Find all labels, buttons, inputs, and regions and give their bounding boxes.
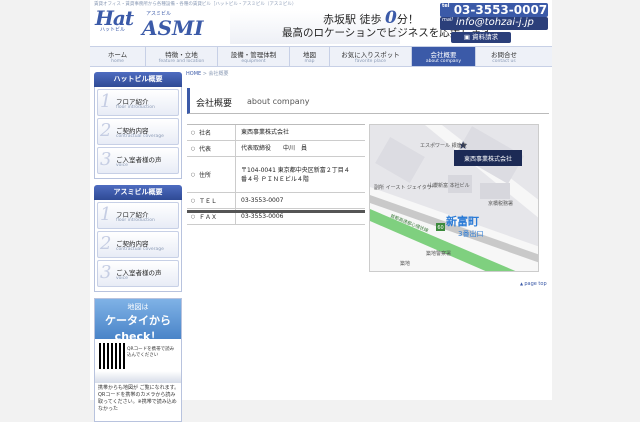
bullet-icon: ○ — [190, 213, 196, 220]
sidebar-asmi-title: アスミビル概要 — [94, 185, 182, 200]
global-nav: ホーム home 特徴・立地 feature and location 設備・管理体… — [90, 46, 552, 67]
mobile-qr-box: 地図は ケータイから check！ QRコードを携帯で読み込んでください 携帯か… — [94, 298, 182, 422]
location-map[interactable]: 東西事業株式会社 ★ エスポワール 銀座東 副所 イースト ジェイタワー 山櫻新… — [369, 124, 539, 272]
map-label-espoir: エスポワール 銀座東 — [420, 142, 467, 149]
sidebar-hat-title: ハットビル概要 — [94, 72, 182, 87]
sidebar-hat-floor[interactable]: 1 フロア紹介 floor introduction — [97, 89, 179, 116]
row-value: 代表取締役 中川 員 — [241, 145, 308, 152]
sidebar-asmi-floor[interactable]: 1 フロア紹介 floor introduction — [97, 202, 179, 229]
map-label-shintomicho: 新富町 — [446, 214, 479, 228]
document-request-button[interactable]: ▣ 資料請求 — [451, 32, 511, 43]
qr-code-icon — [99, 343, 125, 369]
sidebar-asmi-menu: 1 フロア紹介 floor introduction 2 ご契約内容 contractu… — [94, 200, 182, 292]
breadcrumb-home[interactable]: HOME — [186, 71, 201, 77]
row-value: 東西事業株式会社 — [241, 129, 290, 136]
sidebar-hat-menu: 1 フロア紹介 floor introduction 2 ご契約内容 contractu… — [94, 87, 182, 179]
bullet-icon: ○ — [190, 197, 196, 204]
qr-instruction: QRコードを携帯で読み込んでください — [127, 347, 175, 358]
map-label-yamazakura: 山櫻新富 本社ビル — [428, 182, 470, 189]
sidebar-asmi-contract[interactable]: 2 ご契約内容 contractual coverage — [97, 231, 179, 258]
breadcrumb-sep: > — [201, 71, 209, 77]
table-row: ○ 社名 東西事業株式会社 — [187, 125, 365, 141]
nav-home[interactable]: ホーム home — [90, 47, 146, 66]
mobile-banner-small: 地図は — [127, 303, 149, 311]
nav-equipment[interactable]: 設備・管理体制 equipment — [218, 47, 290, 66]
map-label-tsukiji: 築地 — [400, 260, 410, 267]
sidebar-hat-contract[interactable]: 2 ご契約内容 contractual coverage — [97, 118, 179, 145]
bullet-icon: ○ — [190, 129, 196, 136]
nav-favorite[interactable]: お気に入りスポット favorite place — [330, 47, 412, 66]
row-label: 住所 — [199, 157, 236, 192]
map-company-label: 東西事業株式会社 — [464, 155, 512, 163]
mobile-banner-big: ケータイから — [105, 314, 171, 327]
table-footer-bar — [187, 210, 365, 213]
map-route-number: 60 — [437, 225, 443, 231]
table-row: ○ ＴＥＬ 03-3553-0007 — [187, 193, 365, 209]
mobile-note: 携帯からも地図が ご覧になれます。QRコードを携帯のカメラから読み取ってください… — [98, 385, 180, 412]
row-value: 03-3553-0007 — [241, 197, 284, 204]
table-row: ○ 住所 〒104-0041 東京都中央区新富２丁目４番４号 ＰＩＮＥビル４階 — [187, 157, 365, 193]
tel-banner: tel 03-3553-0007 — [440, 3, 548, 17]
sidebar-asmi-voice[interactable]: 3 ご入室者様の声 voice — [97, 260, 179, 287]
row-label: 代表 — [199, 141, 236, 156]
map-label-tax-office: 京橋税務署 — [488, 200, 513, 207]
table-row: ○ 代表 代表取締役 中川 員 — [187, 141, 365, 157]
row-label: 社名 — [199, 125, 236, 140]
page-title-jp: 会社概要 — [196, 99, 233, 109]
header: 賃貸オフィス・賃貸事務所から各種設備・各種の賃貸ビル［ハットビル・アスミビル（ア… — [90, 0, 552, 44]
sidebar-hat-voice[interactable]: 3 ご入室者様の声 voice — [97, 147, 179, 174]
sidebar: ハットビル概要 1 フロア紹介 floor introduction 2 ご契約内容 c… — [94, 72, 182, 422]
breadcrumb: HOME > 会社概要 — [186, 70, 229, 77]
bullet-icon: ○ — [190, 145, 196, 152]
bullet-icon: ○ — [190, 171, 196, 178]
nav-feature[interactable]: 特徴・立地 feature and location — [146, 47, 218, 66]
page-title-en: about company — [247, 97, 310, 106]
logo-hat-sub: ハットビル — [100, 27, 126, 33]
mail-banner[interactable]: mail info@tohzai-j.jp — [440, 17, 548, 30]
nav-map[interactable]: 地図 map — [290, 47, 330, 66]
row-label: ＴＥＬ — [199, 193, 236, 208]
nav-about[interactable]: 会社概要 about company — [412, 47, 476, 66]
map-label-police: 築地警察署 — [426, 250, 451, 257]
page-container: 賃貸オフィス・賃貸事務所から各種設備・各種の賃貸ビル［ハットビル・アスミビル（ア… — [90, 0, 552, 422]
breadcrumb-current: 会社概要 — [208, 71, 229, 77]
map-drawing: 東西事業株式会社 ★ エスポワール 銀座東 副所 イースト ジェイタワー 山櫻新… — [370, 125, 538, 271]
mobile-banner-check: check！ — [114, 330, 162, 343]
logo-asmi[interactable]: ASMI — [142, 16, 203, 40]
page-title: 会社概要 about company — [187, 88, 549, 114]
city-silhouette — [95, 371, 181, 383]
row-value: 〒104-0041 東京都中央区新富２丁目４番４号 ＰＩＮＥビル４階 — [241, 166, 350, 183]
mobile-banner: 地図は ケータイから check！ — [95, 299, 181, 343]
map-label-exit3: 3番出口 — [458, 229, 483, 238]
nav-contact[interactable]: お問合せ contact us — [476, 47, 532, 66]
page-top-link[interactable]: page top — [520, 281, 546, 287]
document-icon: ▣ — [463, 33, 473, 41]
